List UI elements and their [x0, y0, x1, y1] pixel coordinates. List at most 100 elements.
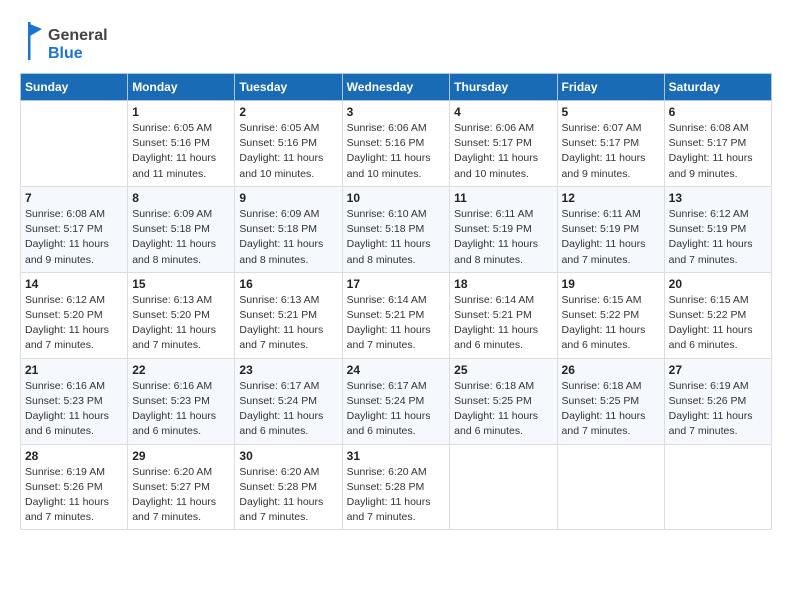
day-number: 29: [132, 449, 230, 463]
calendar-cell: [664, 444, 771, 530]
day-info: Sunrise: 6:17 AMSunset: 5:24 PMDaylight:…: [239, 379, 337, 440]
calendar-cell: 6Sunrise: 6:08 AMSunset: 5:17 PMDaylight…: [664, 101, 771, 187]
day-info: Sunrise: 6:10 AMSunset: 5:18 PMDaylight:…: [347, 207, 446, 268]
day-number: 26: [562, 363, 660, 377]
day-number: 4: [454, 105, 552, 119]
page-header: GeneralBlue: [20, 20, 772, 65]
day-info: Sunrise: 6:09 AMSunset: 5:18 PMDaylight:…: [132, 207, 230, 268]
weekday-header-thursday: Thursday: [450, 74, 557, 101]
day-number: 10: [347, 191, 446, 205]
calendar-cell: 26Sunrise: 6:18 AMSunset: 5:25 PMDayligh…: [557, 358, 664, 444]
day-info: Sunrise: 6:05 AMSunset: 5:16 PMDaylight:…: [239, 121, 337, 182]
day-info: Sunrise: 6:14 AMSunset: 5:21 PMDaylight:…: [347, 293, 446, 354]
day-number: 25: [454, 363, 552, 377]
calendar-cell: 1 Sunrise: 6:05 AMSunset: 5:16 PMDaylight…: [128, 101, 235, 187]
calendar-cell: 19 Sunrise: 6:15 AMSunset: 5:22 PMDayligh…: [557, 272, 664, 358]
day-number: 17: [347, 277, 446, 291]
calendar-cell: 9Sunrise: 6:09 AMSunset: 5:18 PMDaylight…: [235, 186, 342, 272]
day-info: Sunrise: 6:12 AMSunset: 5:19 PMDaylight:…: [669, 207, 767, 268]
day-number: 9: [239, 191, 337, 205]
day-info: Sunrise: 6:16 AMSunset: 5:23 PMDaylight:…: [132, 379, 230, 440]
calendar-cell: 14Sunrise: 6:12 AMSunset: 5:20 PMDayligh…: [21, 272, 128, 358]
day-info: Sunrise: 6:17 AMSunset: 5:24 PMDaylight:…: [347, 379, 446, 440]
calendar-cell: 20 Sunrise: 6:15 AMSunset: 5:22 PMDayligh…: [664, 272, 771, 358]
calendar-cell: 10 Sunrise: 6:10 AMSunset: 5:18 PMDayligh…: [342, 186, 450, 272]
calendar-week-row: 7 Sunrise: 6:08 AMSunset: 5:17 PMDaylight…: [21, 186, 772, 272]
day-info: Sunrise: 6:15 AMSunset: 5:22 PMDaylight:…: [669, 293, 767, 354]
day-info: Sunrise: 6:15 AMSunset: 5:22 PMDaylight:…: [562, 293, 660, 354]
calendar-cell: 22 Sunrise: 6:16 AMSunset: 5:23 PMDayligh…: [128, 358, 235, 444]
calendar-cell: 7 Sunrise: 6:08 AMSunset: 5:17 PMDaylight…: [21, 186, 128, 272]
weekday-header-tuesday: Tuesday: [235, 74, 342, 101]
calendar-cell: 15 Sunrise: 6:13 AMSunset: 5:20 PMDayligh…: [128, 272, 235, 358]
logo: GeneralBlue: [20, 20, 110, 65]
weekday-header-friday: Friday: [557, 74, 664, 101]
calendar-cell: 18 Sunrise: 6:14 AMSunset: 5:21 PMDayligh…: [450, 272, 557, 358]
day-info: Sunrise: 6:19 AMSunset: 5:26 PMDaylight:…: [669, 379, 767, 440]
day-info: Sunrise: 6:11 AMSunset: 5:19 PMDaylight:…: [562, 207, 660, 268]
calendar-cell: 31 Sunrise: 6:20 AMSunset: 5:28 PMDayligh…: [342, 444, 450, 530]
calendar-cell: 17 Sunrise: 6:14 AMSunset: 5:21 PMDayligh…: [342, 272, 450, 358]
day-number: 22: [132, 363, 230, 377]
calendar-cell: 12 Sunrise: 6:11 AMSunset: 5:19 PMDayligh…: [557, 186, 664, 272]
day-number: 14: [25, 277, 123, 291]
weekday-header-monday: Monday: [128, 74, 235, 101]
calendar-cell: 28 Sunrise: 6:19 AMSunset: 5:26 PMDayligh…: [21, 444, 128, 530]
day-info: Sunrise: 6:20 AMSunset: 5:28 PMDaylight:…: [239, 465, 337, 526]
calendar-week-row: 14Sunrise: 6:12 AMSunset: 5:20 PMDayligh…: [21, 272, 772, 358]
calendar-cell: [21, 101, 128, 187]
day-info: Sunrise: 6:08 AMSunset: 5:17 PMDaylight:…: [669, 121, 767, 182]
calendar-cell: 3 Sunrise: 6:06 AMSunset: 5:16 PMDaylight…: [342, 101, 450, 187]
day-number: 24: [347, 363, 446, 377]
day-number: 31: [347, 449, 446, 463]
day-info: Sunrise: 6:16 AMSunset: 5:23 PMDaylight:…: [25, 379, 123, 440]
svg-text:Blue: Blue: [48, 45, 83, 62]
day-number: 15: [132, 277, 230, 291]
day-info: Sunrise: 6:06 AMSunset: 5:16 PMDaylight:…: [347, 121, 446, 182]
day-number: 23: [239, 363, 337, 377]
day-number: 12: [562, 191, 660, 205]
day-info: Sunrise: 6:05 AMSunset: 5:16 PMDaylight:…: [132, 121, 230, 182]
svg-text:General: General: [48, 27, 108, 44]
day-info: Sunrise: 6:08 AMSunset: 5:17 PMDaylight:…: [25, 207, 123, 268]
day-number: 5: [562, 105, 660, 119]
day-number: 3: [347, 105, 446, 119]
day-info: Sunrise: 6:13 AMSunset: 5:20 PMDaylight:…: [132, 293, 230, 354]
day-number: 30: [239, 449, 337, 463]
day-number: 2: [239, 105, 337, 119]
calendar-cell: 23 Sunrise: 6:17 AMSunset: 5:24 PMDayligh…: [235, 358, 342, 444]
day-info: Sunrise: 6:14 AMSunset: 5:21 PMDaylight:…: [454, 293, 552, 354]
day-number: 18: [454, 277, 552, 291]
calendar-cell: 27 Sunrise: 6:19 AMSunset: 5:26 PMDayligh…: [664, 358, 771, 444]
calendar-week-row: 21 Sunrise: 6:16 AMSunset: 5:23 PMDayligh…: [21, 358, 772, 444]
calendar-week-row: 28 Sunrise: 6:19 AMSunset: 5:26 PMDayligh…: [21, 444, 772, 530]
day-number: 1: [132, 105, 230, 119]
day-number: 28: [25, 449, 123, 463]
calendar-cell: 11Sunrise: 6:11 AMSunset: 5:19 PMDayligh…: [450, 186, 557, 272]
day-info: Sunrise: 6:18 AMSunset: 5:25 PMDaylight:…: [454, 379, 552, 440]
calendar-cell: [450, 444, 557, 530]
calendar-cell: 25 Sunrise: 6:18 AMSunset: 5:25 PMDayligh…: [450, 358, 557, 444]
day-number: 20: [669, 277, 767, 291]
day-number: 16: [239, 277, 337, 291]
day-number: 21: [25, 363, 123, 377]
calendar-cell: 29Sunrise: 6:20 AMSunset: 5:27 PMDayligh…: [128, 444, 235, 530]
calendar-cell: 8Sunrise: 6:09 AMSunset: 5:18 PMDaylight…: [128, 186, 235, 272]
calendar-cell: 30 Sunrise: 6:20 AMSunset: 5:28 PMDayligh…: [235, 444, 342, 530]
day-info: Sunrise: 6:19 AMSunset: 5:26 PMDaylight:…: [25, 465, 123, 526]
weekday-header-wednesday: Wednesday: [342, 74, 450, 101]
calendar-table: SundayMondayTuesdayWednesdayThursdayFrid…: [20, 73, 772, 530]
calendar-week-row: 1 Sunrise: 6:05 AMSunset: 5:16 PMDaylight…: [21, 101, 772, 187]
day-number: 11: [454, 191, 552, 205]
calendar-cell: 21 Sunrise: 6:16 AMSunset: 5:23 PMDayligh…: [21, 358, 128, 444]
calendar-cell: 5Sunrise: 6:07 AMSunset: 5:17 PMDaylight…: [557, 101, 664, 187]
day-info: Sunrise: 6:20 AMSunset: 5:28 PMDaylight:…: [347, 465, 446, 526]
day-info: Sunrise: 6:13 AMSunset: 5:21 PMDaylight:…: [239, 293, 337, 354]
weekday-header-sunday: Sunday: [21, 74, 128, 101]
day-number: 7: [25, 191, 123, 205]
day-number: 19: [562, 277, 660, 291]
logo-icon: GeneralBlue: [20, 20, 110, 65]
day-number: 27: [669, 363, 767, 377]
day-number: 13: [669, 191, 767, 205]
weekday-header-row: SundayMondayTuesdayWednesdayThursdayFrid…: [21, 74, 772, 101]
